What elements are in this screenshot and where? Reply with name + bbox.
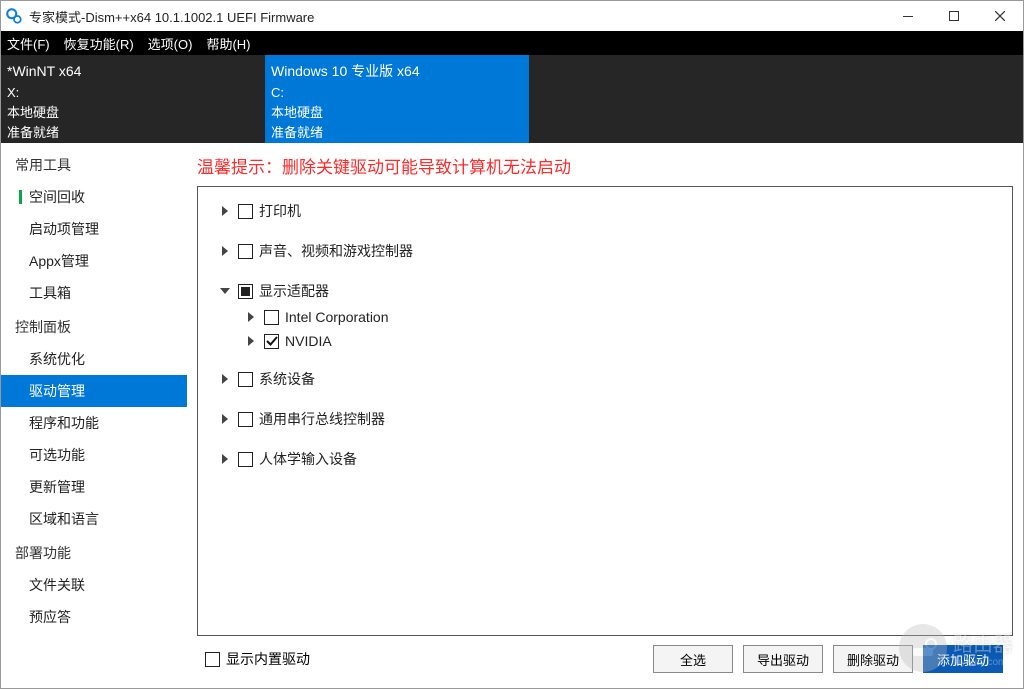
window-controls — [885, 1, 1023, 31]
sidebar-item-startup[interactable]: 启动项管理 — [1, 213, 187, 245]
close-button[interactable] — [977, 1, 1023, 31]
sidebar-item-region[interactable]: 区域和语言 — [1, 503, 187, 535]
accent-bar — [19, 190, 22, 204]
menu-restore[interactable]: 恢复功能(R) — [64, 34, 134, 53]
checkbox-checked[interactable] — [264, 334, 279, 349]
driver-tree: 打印机 声音、视频和游戏控制器 显示适配器 Intel Corporation — [197, 186, 1013, 636]
tree-node-printers[interactable]: 打印机 — [212, 197, 998, 225]
sidebar-item-file-assoc[interactable]: 文件关联 — [1, 569, 187, 601]
tree-node-display[interactable]: 显示适配器 — [212, 277, 998, 305]
select-all-button[interactable]: 全选 — [653, 645, 733, 673]
sidebar-item-system-optimize[interactable]: 系统优化 — [1, 343, 187, 375]
sidebar-item-space-cleanup[interactable]: 空间回收 — [1, 181, 187, 213]
sidebar-item-unattend[interactable]: 预应答 — [1, 601, 187, 633]
checkbox-partial[interactable] — [238, 284, 253, 299]
checkbox[interactable] — [238, 452, 253, 467]
sidebar-cat-deploy: 部署功能 — [1, 535, 187, 569]
tree-label: 人体学输入设备 — [259, 449, 357, 469]
sidebar-item-updates[interactable]: 更新管理 — [1, 471, 187, 503]
system-tabs-filler — [529, 55, 1023, 143]
menu-options[interactable]: 选项(O) — [148, 34, 193, 53]
sidebar-cat-common: 常用工具 — [1, 147, 187, 181]
tree-label: 声音、视频和游戏控制器 — [259, 241, 413, 261]
system-name: Windows 10 专业版 x64 — [271, 61, 521, 83]
minimize-button[interactable] — [885, 1, 931, 31]
system-tabs: *WinNT x64 X: 本地硬盘 准备就绪 Windows 10 专业版 x… — [1, 55, 1023, 143]
system-drive: C: — [271, 83, 521, 103]
sidebar: 常用工具 空间回收 启动项管理 Appx管理 工具箱 控制面板 系统优化 驱动管… — [1, 143, 187, 688]
checkbox[interactable] — [238, 244, 253, 259]
tree-node-system-devices[interactable]: 系统设备 — [212, 365, 998, 393]
tree-label: 通用串行总线控制器 — [259, 409, 385, 429]
system-drive: X: — [7, 83, 257, 103]
show-builtin-option[interactable]: 显示内置驱动 — [205, 649, 310, 669]
checkbox[interactable] — [238, 412, 253, 427]
menu-file[interactable]: 文件(F) — [7, 34, 50, 53]
window-title: 专家模式-Dism++x64 10.1.1002.1 UEFI Firmware — [29, 7, 885, 26]
tree-label: Intel Corporation — [285, 309, 389, 325]
export-driver-button[interactable]: 导出驱动 — [743, 645, 823, 673]
tree-node-sound[interactable]: 声音、视频和游戏控制器 — [212, 237, 998, 265]
footer-buttons: 全选 导出驱动 删除驱动 添加驱动 — [653, 645, 1007, 673]
tree-node-intel[interactable]: Intel Corporation — [212, 305, 998, 329]
menu-bar: 文件(F) 恢复功能(R) 选项(O) 帮助(H) — [1, 31, 1023, 55]
tree-label: 打印机 — [259, 201, 301, 221]
tree-label: 系统设备 — [259, 369, 315, 389]
tree-node-usb[interactable]: 通用串行总线控制器 — [212, 405, 998, 433]
checkbox[interactable] — [205, 652, 220, 667]
expand-icon[interactable] — [218, 204, 232, 218]
main-row: 常用工具 空间回收 启动项管理 Appx管理 工具箱 控制面板 系统优化 驱动管… — [1, 143, 1023, 688]
expand-icon[interactable] — [218, 452, 232, 466]
system-name: *WinNT x64 — [7, 61, 257, 83]
sidebar-item-optional[interactable]: 可选功能 — [1, 439, 187, 471]
expand-icon[interactable] — [218, 412, 232, 426]
footer-bar: 显示内置驱动 全选 导出驱动 删除驱动 添加驱动 — [197, 636, 1013, 682]
sidebar-item-programs[interactable]: 程序和功能 — [1, 407, 187, 439]
content-area: 温馨提示：删除关键驱动可能导致计算机无法启动 打印机 声音、视频和游戏控制器 显… — [187, 143, 1023, 688]
expand-icon[interactable] — [218, 244, 232, 258]
system-disk: 本地硬盘 — [7, 103, 257, 123]
maximize-button[interactable] — [931, 1, 977, 31]
expand-icon[interactable] — [218, 372, 232, 386]
delete-driver-button[interactable]: 删除驱动 — [833, 645, 913, 673]
collapse-icon[interactable] — [218, 284, 232, 298]
expand-icon[interactable] — [244, 310, 258, 324]
system-tab-winnt[interactable]: *WinNT x64 X: 本地硬盘 准备就绪 — [1, 55, 265, 143]
tree-label: 显示适配器 — [259, 281, 329, 301]
tree-node-nvidia[interactable]: NVIDIA — [212, 329, 998, 353]
sidebar-item-toolbox[interactable]: 工具箱 — [1, 277, 187, 309]
add-driver-button[interactable]: 添加驱动 — [923, 645, 1003, 673]
system-tab-win10[interactable]: Windows 10 专业版 x64 C: 本地硬盘 准备就绪 — [265, 55, 529, 143]
menu-help[interactable]: 帮助(H) — [206, 34, 250, 53]
sidebar-item-driver-manage[interactable]: 驱动管理 — [1, 375, 187, 407]
sidebar-item-appx[interactable]: Appx管理 — [1, 245, 187, 277]
sidebar-cat-control-panel: 控制面板 — [1, 309, 187, 343]
title-bar: 专家模式-Dism++x64 10.1.1002.1 UEFI Firmware — [1, 1, 1023, 31]
checkbox[interactable] — [238, 204, 253, 219]
system-disk: 本地硬盘 — [271, 103, 521, 123]
tree-node-hid[interactable]: 人体学输入设备 — [212, 445, 998, 473]
expand-icon[interactable] — [244, 334, 258, 348]
tree-label: NVIDIA — [285, 333, 332, 349]
checkbox[interactable] — [238, 372, 253, 387]
system-status: 准备就绪 — [271, 123, 521, 143]
system-status: 准备就绪 — [7, 123, 257, 143]
app-icon — [5, 7, 23, 25]
warning-hint: 温馨提示：删除关键驱动可能导致计算机无法启动 — [197, 151, 1013, 186]
show-builtin-label: 显示内置驱动 — [226, 649, 310, 669]
checkbox[interactable] — [264, 310, 279, 325]
